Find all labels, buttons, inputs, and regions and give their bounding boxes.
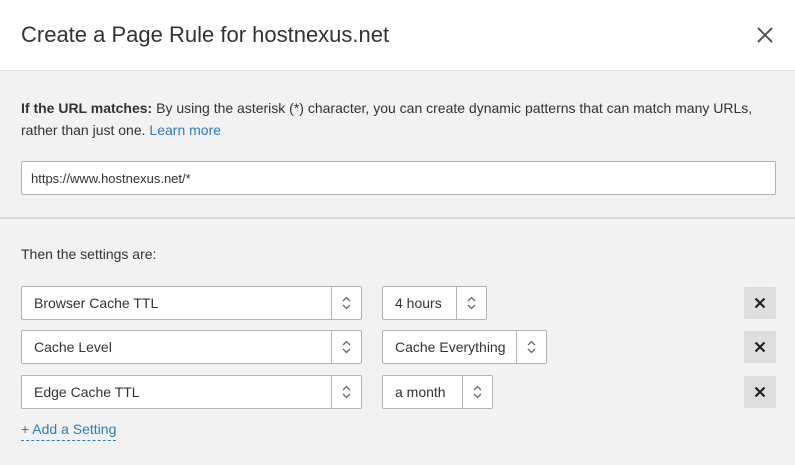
close-icon — [754, 297, 766, 309]
url-pattern-input[interactable] — [21, 161, 776, 195]
setting-select-value: Cache Level — [34, 339, 112, 355]
setting-select-value: Browser Cache TTL — [34, 295, 159, 311]
setting-select-value: Edge Cache TTL — [34, 384, 140, 400]
value-select-browser-cache-ttl[interactable]: 4 hours — [382, 286, 487, 320]
close-icon — [757, 27, 773, 43]
value-select-value: a month — [395, 384, 446, 400]
modal-header: Create a Page Rule for hostnexus.net — [0, 0, 795, 71]
sort-arrows-icon — [342, 296, 351, 310]
settings-heading: Then the settings are: — [21, 246, 157, 262]
remove-setting-button[interactable] — [744, 331, 776, 363]
setting-select-edge-cache-ttl[interactable]: Edge Cache TTL — [21, 375, 362, 409]
setting-select-arrow — [331, 376, 361, 408]
url-match-label: If the URL matches: — [21, 100, 153, 116]
page-rule-modal: Create a Page Rule for hostnexus.net If … — [0, 0, 795, 465]
remove-setting-button[interactable] — [744, 376, 776, 408]
value-select-value: 4 hours — [395, 295, 442, 311]
sort-arrows-icon — [342, 340, 351, 354]
modal-title: Create a Page Rule for hostnexus.net — [21, 22, 390, 47]
remove-setting-button[interactable] — [744, 287, 776, 319]
value-select-cache-level[interactable]: Cache Everything — [382, 330, 547, 364]
value-select-edge-cache-ttl[interactable]: a month — [382, 375, 493, 409]
setting-select-arrow — [331, 287, 361, 319]
setting-select-cache-level[interactable]: Cache Level — [21, 330, 362, 364]
settings-section: Then the settings are: Browser Cache TTL… — [0, 219, 795, 465]
sort-arrows-icon — [342, 385, 351, 399]
setting-select-arrow — [331, 331, 361, 363]
close-icon — [754, 386, 766, 398]
close-icon — [754, 341, 766, 353]
url-match-description: If the URL matches: By using the asteris… — [21, 97, 761, 141]
value-select-arrow — [462, 376, 492, 408]
close-button[interactable] — [752, 22, 778, 48]
sort-arrows-icon — [473, 385, 482, 399]
learn-more-link[interactable]: Learn more — [149, 122, 221, 138]
add-setting-link[interactable]: + Add a Setting — [21, 421, 117, 441]
setting-select-browser-cache-ttl[interactable]: Browser Cache TTL — [21, 286, 362, 320]
sort-arrows-icon — [467, 296, 476, 310]
value-select-arrow — [516, 331, 546, 363]
value-select-value: Cache Everything — [395, 339, 506, 355]
url-match-section: If the URL matches: By using the asteris… — [0, 71, 795, 217]
value-select-arrow — [456, 287, 486, 319]
sort-arrows-icon — [527, 340, 536, 354]
